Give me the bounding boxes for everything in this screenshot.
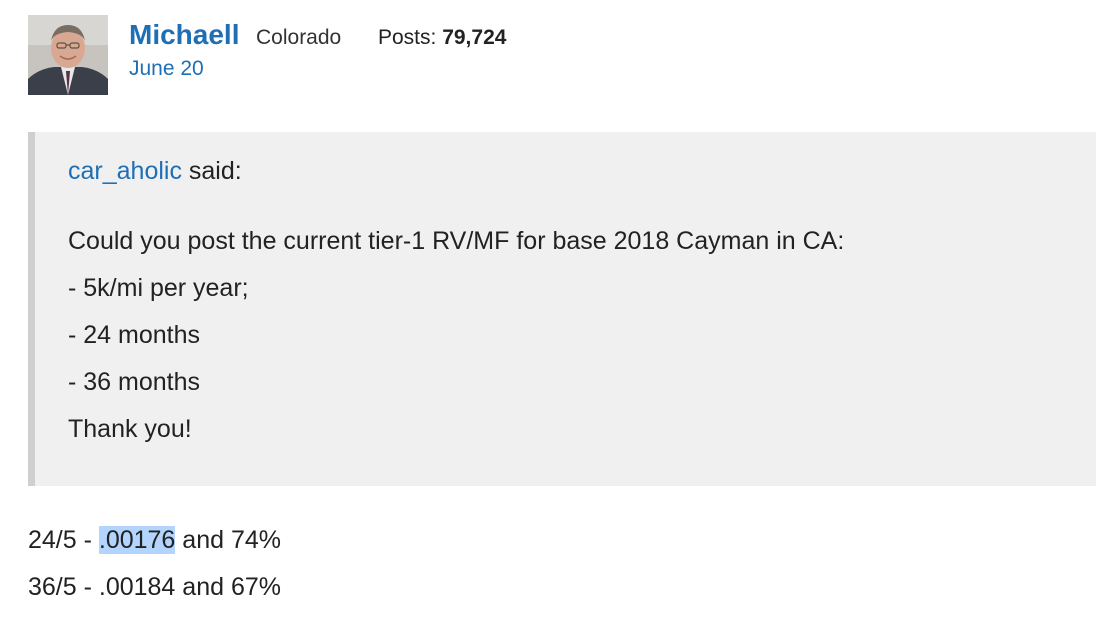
message-line: 24/5 - .00176 and 74% <box>28 520 281 567</box>
message-text: 24/5 - <box>28 526 99 554</box>
author-location: Colorado <box>256 26 342 49</box>
quote-line: - 36 months <box>68 368 201 396</box>
post-message: 24/5 - .00176 and 74% 36/5 - .00184 and … <box>28 520 281 614</box>
quote-body: Could you post the current tier-1 RV/MF … <box>68 222 844 457</box>
quote-said-label: said: <box>181 157 242 185</box>
quote-line: Could you post the current tier-1 RV/MF … <box>68 227 845 255</box>
forum-post: Michaell Colorado Posts: 79,724 June 20 … <box>0 0 1096 622</box>
quote-line: - 5k/mi per year; <box>68 274 249 302</box>
post-count-value: 79,724 <box>442 26 507 49</box>
quote-line: Thank you! <box>68 415 192 443</box>
post-count-label: Posts: <box>378 26 437 49</box>
quote-author-link[interactable]: car_aholic <box>68 157 182 185</box>
message-text: and 74% <box>175 526 281 554</box>
quote-header: car_aholic said: <box>68 156 242 186</box>
post-date-link[interactable]: June 20 <box>129 57 204 81</box>
post-count: Posts: 79,724 <box>378 26 506 50</box>
author-name-link[interactable]: Michaell <box>129 18 239 52</box>
user-photo-icon <box>28 15 108 95</box>
quote-line: - 24 months <box>68 321 201 349</box>
user-avatar[interactable] <box>28 15 108 95</box>
selected-text[interactable]: .00176 <box>98 526 176 554</box>
message-line: 36/5 - .00184 and 67% <box>28 573 281 601</box>
quote-block: car_aholic said: Could you post the curr… <box>28 132 1096 486</box>
